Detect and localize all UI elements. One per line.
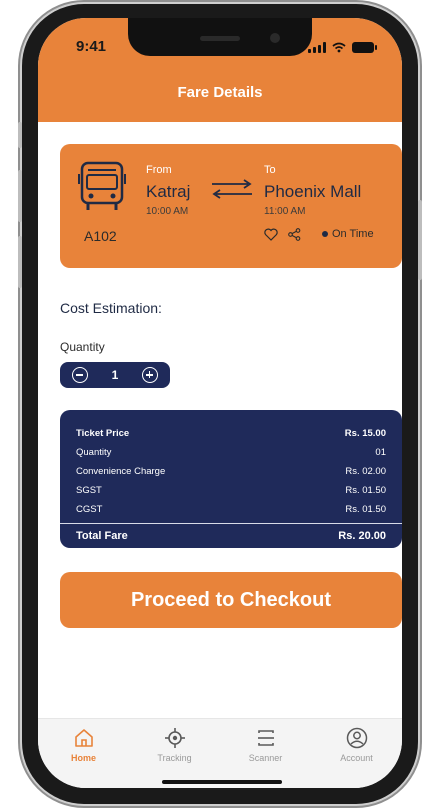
status-text: On Time (332, 228, 374, 240)
target-icon (164, 728, 185, 748)
bottom-nav: Home Tracking Scanner Account (38, 718, 402, 788)
status-dot (322, 231, 328, 237)
from-time: 10:00 AM (146, 206, 189, 217)
bus-icon (78, 161, 126, 210)
increment-button[interactable] (142, 367, 158, 383)
nav-item-home[interactable]: Home (49, 727, 119, 788)
total-label: Total Fare (76, 530, 128, 542)
phone-frame: 9:41 Fare Details A102 From Katraj 10:00… (22, 4, 418, 804)
home-icon (74, 729, 93, 747)
app-screen: 9:41 Fare Details A102 From Katraj 10:00… (38, 18, 402, 788)
to-place: Phoenix Mall (264, 182, 362, 201)
fare-label: CGST (76, 504, 103, 515)
quantity-label: Quantity (60, 340, 105, 354)
swap-arrows-icon (212, 179, 252, 199)
total-value: Rs. 20.00 (338, 530, 386, 542)
decrement-button[interactable] (72, 367, 88, 383)
wifi-icon (332, 42, 346, 53)
notch (128, 18, 312, 56)
to-time: 11:00 AM (264, 206, 306, 217)
side-button (18, 236, 22, 288)
fare-value: Rs. 01.50 (345, 504, 386, 515)
fare-breakdown: Ticket Price Rs. 15.00 Quantity 01 Conve… (60, 410, 402, 548)
share-icon[interactable] (288, 228, 301, 241)
fare-value: Rs. 02.00 (345, 466, 386, 477)
side-button (18, 170, 22, 222)
nav-label: Account (340, 753, 373, 763)
fare-label: Convenience Charge (76, 466, 166, 477)
status-time: 9:41 (76, 38, 107, 55)
to-label: To (264, 164, 276, 176)
nav-item-scanner[interactable]: Scanner (231, 727, 301, 788)
status-badge: On Time (322, 228, 374, 240)
quantity-value: 1 (111, 368, 119, 382)
speaker (200, 36, 240, 41)
nav-label: Scanner (248, 753, 283, 763)
from-place: Katraj (146, 182, 191, 201)
quantity-stepper: 1 (60, 362, 170, 388)
fare-row: SGST Rs. 01.50 (76, 481, 386, 500)
fare-value: Rs. 01.50 (345, 485, 386, 496)
fare-row: CGST Rs. 01.50 (76, 500, 386, 519)
nav-label: Tracking (157, 753, 192, 763)
heart-icon[interactable] (264, 228, 278, 241)
scanner-icon (257, 730, 274, 746)
fare-value: Rs. 15.00 (344, 428, 386, 439)
fare-label: Quantity (76, 447, 112, 458)
page-title: Fare Details (177, 84, 263, 101)
cost-estimation-title: Cost Estimation: (60, 300, 162, 316)
side-button (418, 200, 422, 280)
signal-icon (308, 42, 326, 53)
nav-label: Home (70, 753, 96, 763)
fare-row: Ticket Price Rs. 15.00 (76, 424, 386, 443)
checkout-button[interactable]: Proceed to Checkout (60, 572, 402, 628)
from-label: From (146, 164, 172, 176)
user-icon (346, 727, 367, 749)
nav-item-tracking[interactable]: Tracking (140, 727, 210, 788)
status-icons (308, 42, 377, 53)
fare-row: Convenience Charge Rs. 02.00 (76, 462, 386, 481)
fare-label: SGST (76, 485, 102, 496)
route-id: A102 (84, 228, 117, 244)
fare-total-row: Total Fare Rs. 20.00 (76, 524, 386, 548)
home-indicator (162, 780, 282, 784)
fare-label: Ticket Price (76, 428, 130, 439)
side-button (18, 122, 22, 148)
app-header: 9:41 Fare Details (38, 18, 402, 122)
nav-item-account[interactable]: Account (322, 727, 392, 788)
fare-row: Quantity 01 (76, 443, 386, 462)
trip-card: A102 From Katraj 10:00 AM To Phoenix Mal… (60, 144, 402, 268)
battery-icon (352, 42, 377, 53)
fare-value: 01 (375, 447, 386, 458)
camera (270, 33, 280, 43)
